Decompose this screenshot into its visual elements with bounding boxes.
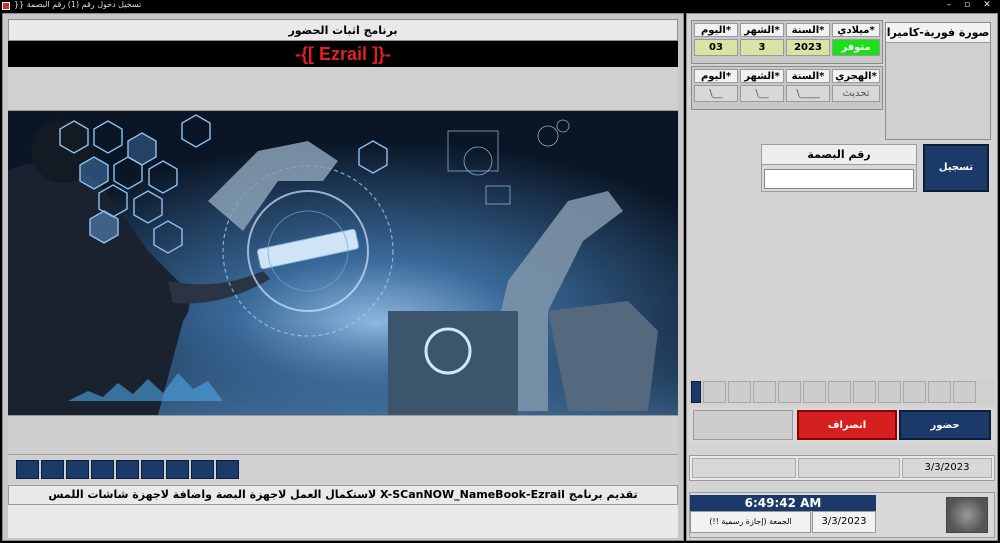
camera-preview: صورة فورية-كاميرا — [885, 22, 991, 140]
status-cell-1 — [692, 458, 796, 478]
hijri-update-button[interactable]: تحديث — [832, 85, 880, 102]
progress-square — [41, 460, 64, 479]
gregorian-year-label: *السنة — [786, 23, 830, 37]
gregorian-type: *ميلادي متوفر — [832, 23, 880, 56]
progress-square — [191, 460, 214, 479]
hijri-year-label: *السنة — [786, 69, 830, 83]
close-icon[interactable]: ✕ — [980, 0, 994, 12]
user-photo — [946, 497, 988, 533]
side-panel: *اليوم 03 *الشهر 3 *السنة 2023 *ميلادي م… — [686, 13, 998, 541]
window-title: تسجيل دخول رقم (1) رقم البصمة {{ — [14, 0, 142, 9]
clock-day-text: الجمعة (إجازة رسمية !!) — [690, 511, 811, 533]
register-button[interactable]: تسجيل — [923, 144, 989, 192]
program-title: برنامج اثبات الحضور — [8, 19, 678, 41]
progress-square — [116, 460, 139, 479]
camera-title: صورة فورية-كاميرا — [886, 23, 990, 43]
footer-message: تقديم برنامج X-SCanNOW_NameBook-Ezrail ل… — [8, 485, 678, 505]
progress-square — [66, 460, 89, 479]
spacer-band — [8, 67, 678, 111]
hijri-month-label: *الشهر — [740, 69, 784, 83]
gregorian-month-label: *الشهر — [740, 23, 784, 37]
hijri-month-value[interactable]: __\ — [740, 85, 784, 102]
gregorian-date-box: *اليوم 03 *الشهر 3 *السنة 2023 *ميلادي م… — [691, 20, 883, 64]
progress-square — [166, 460, 189, 479]
indicator-cell — [928, 381, 951, 403]
left-bottom-area — [8, 505, 678, 538]
leave-button[interactable]: انصراف — [797, 410, 897, 440]
attend-button[interactable]: حضور — [899, 410, 991, 440]
hijri-date-box: *اليوم __\ *الشهر __\ *السنة ____\ *الهج… — [691, 66, 883, 110]
brand-banner: -{[ Ezrail ]}- — [8, 41, 678, 67]
gregorian-month-value[interactable]: 3 — [740, 39, 784, 56]
maximize-icon[interactable]: ▫ — [960, 0, 974, 12]
action-row: انصراف حضور — [689, 408, 995, 444]
indicator-row — [689, 380, 995, 404]
status-cell-2 — [798, 458, 900, 478]
indicator-cell — [878, 381, 901, 403]
clock-date: 3/3/2023 — [812, 511, 876, 533]
progress-square — [16, 460, 39, 479]
progress-square — [91, 460, 114, 479]
indicator-cell — [803, 381, 826, 403]
progress-squares — [8, 455, 678, 485]
gregorian-day-label: *اليوم — [694, 23, 738, 37]
hijri-month: *الشهر __\ — [740, 69, 784, 102]
image-footer-band — [8, 415, 678, 455]
status-date: 3/3/2023 — [902, 458, 992, 478]
blank-action-field[interactable] — [693, 410, 793, 440]
indicator-cell — [703, 381, 726, 403]
clock-panel: 6:49:42 AM الجمعة (إجازة رسمية !!) 3/3/2… — [689, 492, 995, 538]
main-panel: برنامج اثبات الحضور -{[ Ezrail ]}- تقديم… — [2, 13, 684, 541]
industrial-robot-illustration — [8, 111, 678, 415]
status-bar: 3/3/2023 — [689, 455, 995, 481]
gregorian-year: *السنة 2023 — [786, 23, 830, 56]
fingerprint-box: رقم البصمة — [761, 144, 917, 192]
gregorian-day: *اليوم 03 — [694, 23, 738, 56]
indicator-cell — [728, 381, 751, 403]
minimize-icon[interactable]: – — [942, 0, 956, 12]
hero-image — [8, 111, 678, 415]
gregorian-available-badge[interactable]: متوفر — [832, 39, 880, 56]
hijri-day: *اليوم __\ — [694, 69, 738, 102]
hijri-type: *الهجري تحديث — [832, 69, 880, 102]
app-icon — [2, 2, 10, 10]
hijri-year: *السنة ____\ — [786, 69, 830, 102]
progress-square — [141, 460, 164, 479]
gregorian-day-value[interactable]: 03 — [694, 39, 738, 56]
indicator-cell — [753, 381, 776, 403]
hijri-day-value[interactable]: __\ — [694, 85, 738, 102]
indicator-cell — [778, 381, 801, 403]
fingerprint-label: رقم البصمة — [762, 145, 916, 165]
hijri-day-label: *اليوم — [694, 69, 738, 83]
window-titlebar: تسجيل دخول رقم (1) رقم البصمة {{ – ▫ ✕ — [0, 0, 1000, 12]
gregorian-type-label: *ميلادي — [832, 23, 880, 37]
indicator-cell — [691, 381, 701, 403]
gregorian-month: *الشهر 3 — [740, 23, 784, 56]
indicator-cell — [953, 381, 976, 403]
fingerprint-input[interactable] — [764, 169, 914, 189]
progress-square — [216, 460, 239, 479]
indicator-cell — [828, 381, 851, 403]
hijri-year-value[interactable]: ____\ — [786, 85, 830, 102]
hijri-type-label: *الهجري — [832, 69, 880, 83]
indicator-cell — [903, 381, 926, 403]
gregorian-year-value[interactable]: 2023 — [786, 39, 830, 56]
clock-time: 6:49:42 AM — [690, 495, 876, 511]
indicator-cell — [853, 381, 876, 403]
